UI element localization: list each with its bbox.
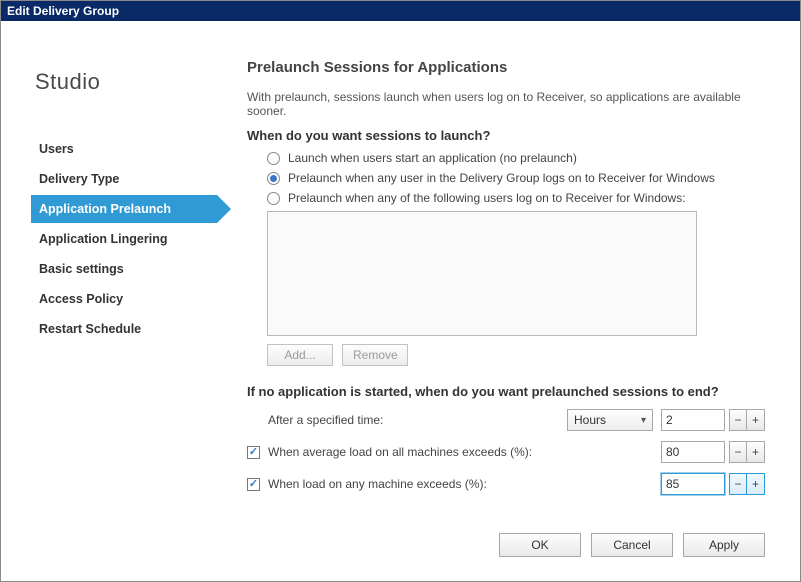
- avg-load-input[interactable]: [661, 441, 725, 463]
- any-load-checkbox[interactable]: [247, 478, 260, 491]
- sidebar-item-app-lingering[interactable]: Application Lingering: [31, 225, 217, 253]
- ok-button[interactable]: OK: [499, 533, 581, 557]
- radio-no-prelaunch[interactable]: Launch when users start an application (…: [267, 151, 765, 165]
- radio-label: Launch when users start an application (…: [288, 151, 577, 165]
- row-any-load: When load on any machine exceeds (%): − …: [247, 473, 765, 495]
- time-unit-select[interactable]: Hours: [567, 409, 653, 431]
- time-label: After a specified time:: [247, 413, 567, 427]
- window-title: Edit Delivery Group: [7, 4, 119, 18]
- remove-button[interactable]: Remove: [342, 344, 408, 366]
- time-decrement[interactable]: −: [729, 409, 747, 431]
- main-panel: Prelaunch Sessions for Applications With…: [217, 41, 790, 571]
- user-list-buttons: Add... Remove: [267, 344, 765, 366]
- sidebar-item-users[interactable]: Users: [31, 135, 217, 163]
- avg-load-increment[interactable]: +: [747, 441, 765, 463]
- end-question: If no application is started, when do yo…: [247, 384, 765, 399]
- launch-question: When do you want sessions to launch?: [247, 128, 765, 143]
- time-value-input[interactable]: [661, 409, 725, 431]
- radio-icon: [267, 192, 280, 205]
- row-after-time: After a specified time: Hours − +: [247, 409, 765, 431]
- radio-icon: [267, 152, 280, 165]
- time-increment[interactable]: +: [747, 409, 765, 431]
- radio-any-user[interactable]: Prelaunch when any user in the Delivery …: [267, 171, 765, 185]
- sidebar-item-app-prelaunch[interactable]: Application Prelaunch: [31, 195, 217, 223]
- sidebar-item-basic-settings[interactable]: Basic settings: [31, 255, 217, 283]
- any-load-label: When load on any machine exceeds (%):: [247, 477, 567, 491]
- avg-load-label: When average load on all machines exceed…: [247, 445, 567, 459]
- radio-label: Prelaunch when any of the following user…: [288, 191, 686, 205]
- sidebar-item-access-policy[interactable]: Access Policy: [31, 285, 217, 313]
- intro-text: With prelaunch, sessions launch when use…: [247, 90, 765, 118]
- add-button[interactable]: Add...: [267, 344, 333, 366]
- titlebar: Edit Delivery Group: [1, 1, 800, 21]
- radio-specific-users[interactable]: Prelaunch when any of the following user…: [267, 191, 765, 205]
- app-brand: Studio: [35, 69, 217, 95]
- avg-load-checkbox[interactable]: [247, 446, 260, 459]
- cancel-button[interactable]: Cancel: [591, 533, 673, 557]
- apply-button[interactable]: Apply: [683, 533, 765, 557]
- radio-icon: [267, 172, 280, 185]
- any-load-increment[interactable]: +: [747, 473, 765, 495]
- sidebar-item-delivery-type[interactable]: Delivery Type: [31, 165, 217, 193]
- sidebar: Studio Users Delivery Type Application P…: [11, 41, 217, 571]
- any-load-input[interactable]: [661, 473, 725, 495]
- dialog-body: Studio Users Delivery Type Application P…: [1, 21, 800, 581]
- user-listbox[interactable]: [267, 211, 697, 336]
- page-title: Prelaunch Sessions for Applications: [247, 59, 765, 76]
- dialog-window: Edit Delivery Group Studio Users Deliver…: [0, 0, 801, 582]
- any-load-decrement[interactable]: −: [729, 473, 747, 495]
- row-avg-load: When average load on all machines exceed…: [247, 441, 765, 463]
- sidebar-item-restart-schedule[interactable]: Restart Schedule: [31, 315, 217, 343]
- avg-load-decrement[interactable]: −: [729, 441, 747, 463]
- radio-label: Prelaunch when any user in the Delivery …: [288, 171, 715, 185]
- dialog-buttons: OK Cancel Apply: [489, 533, 765, 557]
